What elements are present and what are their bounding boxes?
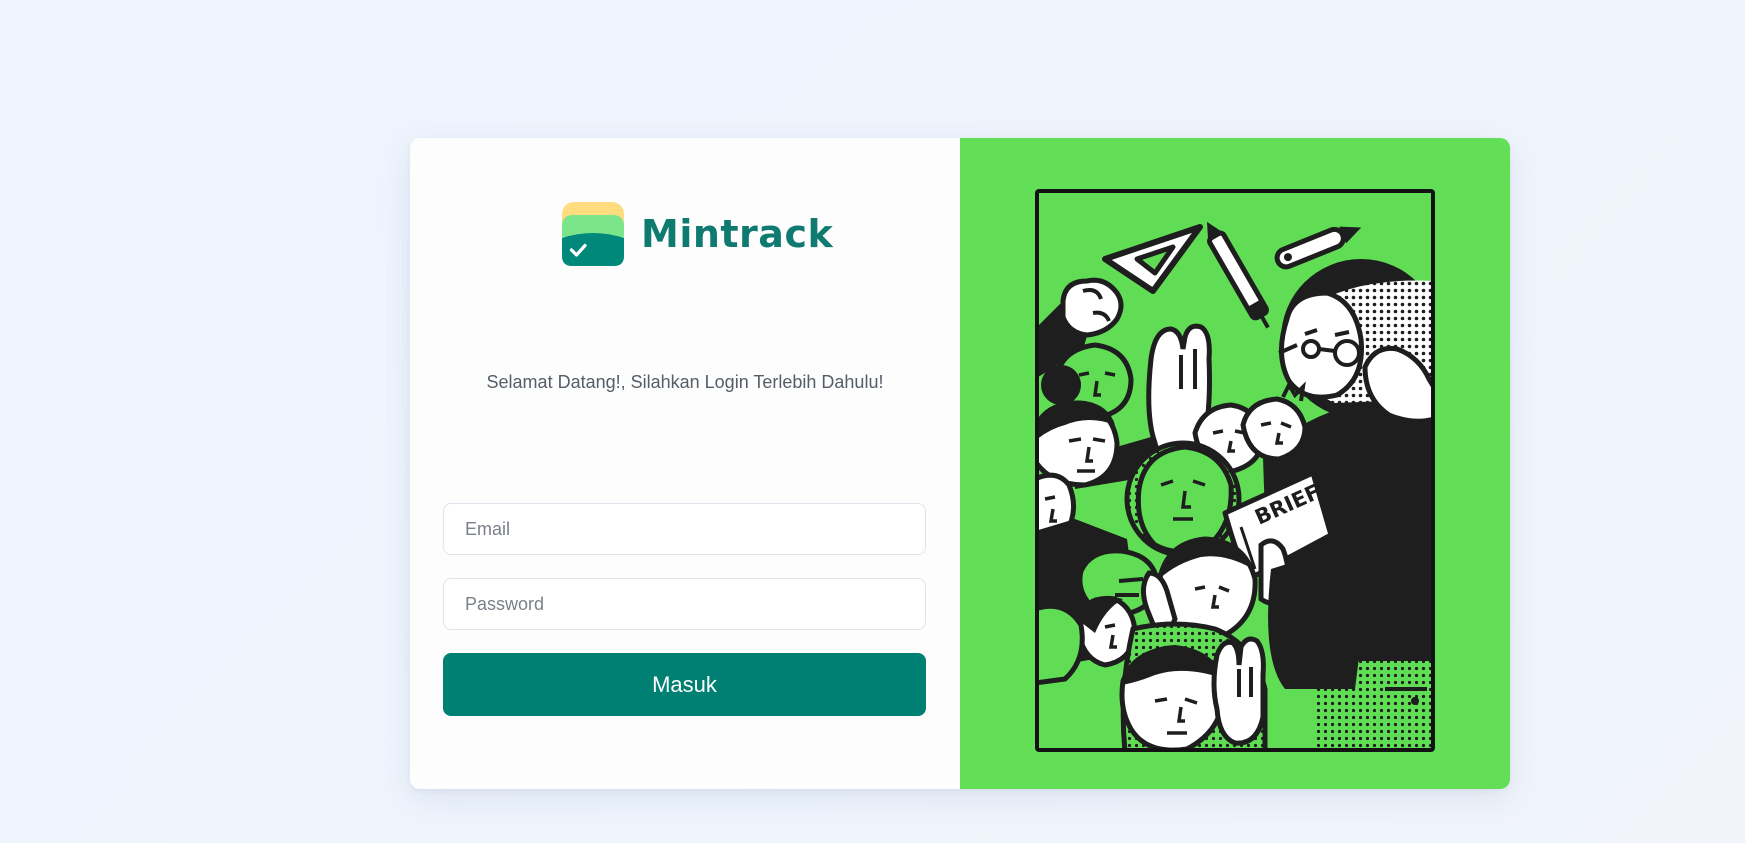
login-submit-button[interactable]: Masuk xyxy=(443,653,926,716)
illustration-panel: BRIEF xyxy=(960,138,1510,789)
crowd-of-people-illustration: BRIEF xyxy=(1035,189,1435,752)
brand-name: Mintrack xyxy=(641,212,834,256)
email-input[interactable] xyxy=(443,503,926,555)
brand: Mintrack xyxy=(561,202,833,266)
login-card: Mintrack Selamat Datang!, Silahkan Login… xyxy=(410,138,1510,789)
wallet-check-icon xyxy=(562,202,624,266)
login-form-panel: Mintrack Selamat Datang!, Silahkan Login… xyxy=(410,138,960,789)
welcome-message: Selamat Datang!, Silahkan Login Terlebih… xyxy=(486,372,884,392)
password-input[interactable] xyxy=(443,578,926,630)
